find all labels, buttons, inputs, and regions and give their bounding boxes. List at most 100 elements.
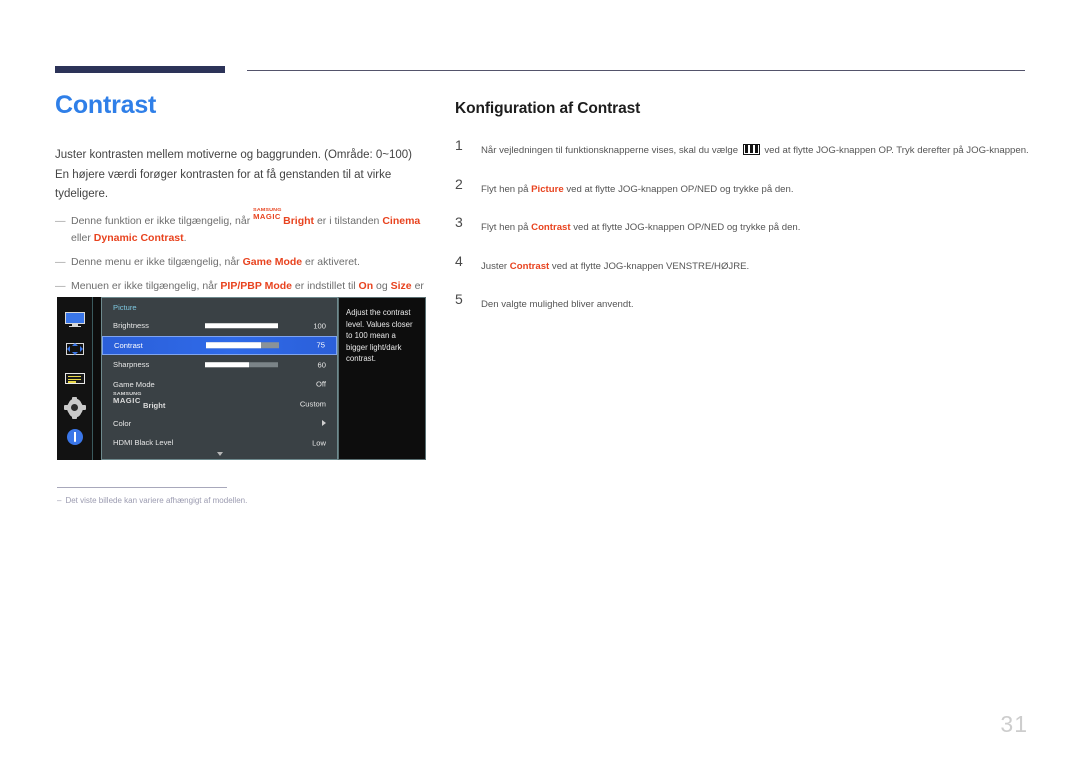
step-number: 5	[455, 291, 463, 307]
sharpness-slider[interactable]	[205, 362, 278, 368]
step-item: 3 Flyt hen på Contrast ved at flytte JOG…	[455, 214, 1030, 237]
description-line-1: Juster kontrasten mellem motiverne og ba…	[55, 148, 413, 161]
osd-row-label: SAMSUNG MAGIC Bright	[113, 392, 166, 411]
bullet-text-mid2: og	[373, 280, 391, 293]
footnote-text: Det viste billede kan variere afhængigt …	[65, 496, 248, 505]
bullet-text-post: er aktiveret.	[302, 256, 360, 269]
step-text-pre: Når vejledningen til funktionsknapperne …	[481, 145, 741, 156]
note-bullet: ― Denne funktion er ikke tilgængelig, når…	[55, 208, 435, 247]
osd-row-label: Brightness	[113, 321, 149, 331]
osd-row-label: HDMI Black Level	[113, 438, 174, 448]
step-number: 2	[455, 175, 463, 192]
info-icon[interactable]	[64, 428, 86, 446]
step-text-pre: Flyt hen på	[481, 222, 532, 233]
step-text: Den valgte mulighed bliver anvendt.	[481, 299, 634, 310]
step-highlight: Contrast	[509, 260, 550, 272]
bullet-dash-icon: ―	[55, 215, 66, 228]
page-header-rules	[55, 66, 1025, 78]
bullet-highlight-cinema: Cinema	[382, 215, 421, 228]
osd-row-color[interactable]: Color	[102, 414, 337, 434]
osd-row-hdmi-black-level[interactable]: HDMI Black Level Low	[102, 433, 337, 453]
monitor-icon[interactable]	[64, 311, 86, 329]
brightness-slider[interactable]	[205, 323, 278, 329]
step-text-post: ved at flytte JOG-knappen VENSTRE/HØJRE.	[549, 260, 750, 272]
osd-menu-title: Picture	[113, 303, 137, 312]
step-item: 4 Juster Contrast ved at flytte JOG-knap…	[455, 252, 1030, 276]
step-item: 1 Når vejledningen til funktionsknappern…	[455, 137, 1030, 160]
bullet-text-mid: er i tilstanden	[314, 215, 383, 228]
bullet-text-mid2: eller	[71, 232, 94, 245]
bullet-dash-icon: ―	[55, 256, 66, 269]
page-title: Contrast	[55, 91, 157, 119]
magicbright-lockup: SAMSUNG MAGIC Bright	[113, 392, 166, 411]
right-column: Konfiguration af Contrast 1 Når vejledni…	[455, 100, 1030, 333]
osd-row-sharpness[interactable]: Sharpness 60	[102, 355, 337, 375]
bullet-highlight-dynamic-contrast: Dynamic Contrast	[93, 232, 184, 245]
step-text-post: ved at flytte JOG-knappen OP/NED og tryk…	[563, 183, 794, 195]
magicbright-magic: MAGIC	[253, 212, 281, 222]
note-bullet: ― Denne menu er ikke tilgængelig, når Gam…	[55, 254, 435, 271]
bullet-highlight-size: Size	[390, 280, 412, 293]
osd-menu-rows: Brightness 100 Contrast 75 Sharpness 60 …	[102, 316, 337, 453]
step-number: 3	[455, 214, 463, 230]
bullet-highlight-pip-pbp-mode: PIP/PBP Mode	[220, 280, 292, 293]
magicbright-magic: MAGIC	[113, 396, 141, 406]
step-text: Når vejledningen til funktionsknapperne …	[481, 143, 1029, 156]
step-highlight: Picture	[531, 183, 564, 195]
step-number: 4	[455, 252, 463, 269]
footnote-divider	[57, 487, 227, 488]
osd-screenshot: Picture Brightness 100 Contrast 75 Sharp…	[57, 297, 426, 460]
resize-icon[interactable]	[64, 340, 86, 358]
step-item: 2 Flyt hen på Picture ved at flytte JOG-…	[455, 175, 1030, 199]
section-title: Konfiguration af Contrast	[455, 100, 641, 117]
osd-row-magicbright[interactable]: SAMSUNG MAGIC Bright Custom	[102, 392, 337, 414]
jog-menu-icon	[742, 143, 760, 155]
chevron-down-icon[interactable]	[216, 452, 223, 456]
header-rule-thick	[55, 66, 225, 73]
gear-icon[interactable]	[63, 396, 86, 419]
step-text-post: ved at flytte JOG-knappen OP. Tryk deref…	[761, 145, 1029, 156]
step-text: Flyt hen på Contrast ved at flytte JOG-k…	[481, 222, 800, 233]
magicbright-stack: SAMSUNG MAGIC	[113, 392, 143, 408]
footnote: ‒ Det viste billede kan variere afhængigt…	[57, 495, 417, 507]
step-number: 1	[455, 137, 463, 153]
page-number: 31	[1000, 711, 1028, 737]
step-text-pre: Flyt hen på	[481, 183, 532, 195]
step-text: Juster Contrast ved at flytte JOG-knappe…	[481, 261, 749, 272]
bullet-text-mid: er indstillet til	[292, 280, 359, 293]
magicbright-bright: Bright	[283, 215, 315, 228]
osd-menu-panel: Picture Brightness 100 Contrast 75 Sharp…	[101, 297, 338, 460]
step-item: 5 Den valgte mulighed bliver anvendt.	[455, 291, 1030, 314]
magicbright-bright: Bright	[143, 401, 166, 411]
left-column: Contrast Juster kontrasten mellem motive…	[55, 91, 435, 319]
description-line-2: En højere værdi forøger kontrasten for a…	[55, 169, 392, 200]
magicbright-lockup: SAMSUNG MAGIC Bright	[253, 208, 315, 230]
osd-row-label: Game Mode	[113, 379, 155, 389]
osd-row-value: 60	[317, 360, 326, 370]
step-highlight: Contrast	[531, 222, 571, 233]
osd-row-value: Low	[312, 438, 326, 448]
osd-row-contrast[interactable]: Contrast 75	[102, 335, 337, 355]
contrast-slider[interactable]	[206, 342, 279, 348]
osd-tooltip: Adjust the contrast level. Values closer…	[338, 297, 426, 460]
step-text-post: ved at flytte JOG-knappen OP/NED og tryk…	[570, 222, 801, 233]
magicbright-stack: SAMSUNG MAGIC	[253, 208, 283, 224]
step-text-pre: Juster	[481, 260, 510, 272]
osd-list-icon[interactable]	[64, 369, 86, 387]
footnote-dash-icon: ‒	[57, 496, 62, 505]
osd-row-value: Off	[316, 379, 326, 389]
step-text: Flyt hen på Picture ved at flytte JOG-kn…	[481, 184, 794, 195]
step-text-pre: Den valgte mulighed bliver anvendt.	[481, 299, 634, 310]
osd-row-label: Color	[113, 418, 132, 428]
header-rule-thin	[247, 70, 1025, 71]
osd-row-value: Custom	[299, 399, 326, 409]
bullet-text-post: .	[183, 232, 187, 245]
osd-row-brightness[interactable]: Brightness 100	[102, 316, 337, 336]
bullet-highlight-on: On	[358, 280, 374, 293]
osd-row-value: 100	[313, 321, 326, 331]
osd-row-value: 75	[316, 340, 325, 350]
osd-row-label: Sharpness	[113, 360, 150, 370]
bullet-text-pre: Menuen er ikke tilgængelig, når	[71, 280, 221, 293]
bullet-highlight-game-mode: Game Mode	[242, 256, 303, 269]
bullet-text-pre: Denne menu er ikke tilgængelig, når	[71, 256, 243, 269]
